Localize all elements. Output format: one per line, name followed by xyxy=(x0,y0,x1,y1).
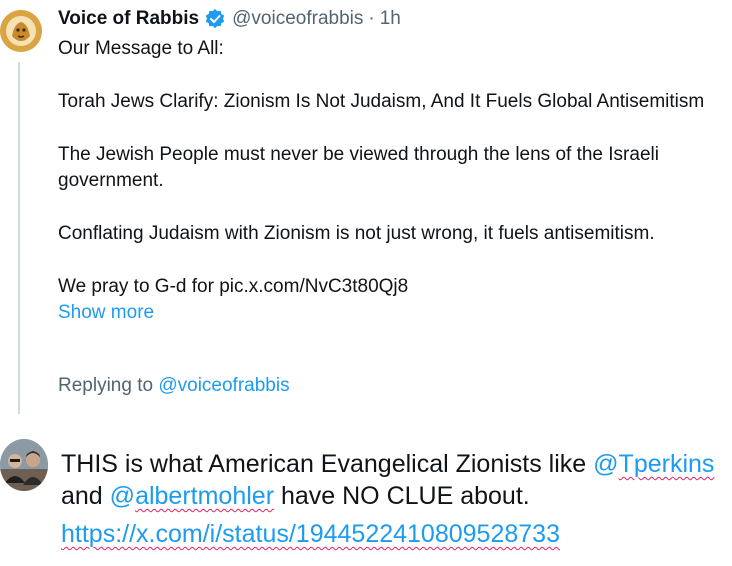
post-timestamp[interactable]: 1h xyxy=(380,8,401,30)
mention-at: @ xyxy=(593,450,619,478)
mention-albertmohler-link[interactable]: @albertmohler xyxy=(110,482,274,510)
lion-logo-icon xyxy=(0,10,42,52)
tweet-line: We pray to G-d for pic.x.com/NvC3t80Qj8 xyxy=(58,276,409,297)
show-more-link[interactable]: Show more xyxy=(58,300,718,326)
user-handle[interactable]: @voiceofrabbis xyxy=(232,8,363,30)
user-photo-icon xyxy=(0,439,48,491)
replying-prefix: Replying to xyxy=(58,375,159,396)
reply-user-avatar[interactable] xyxy=(0,439,48,491)
replying-mention-link[interactable]: @voiceofrabbis xyxy=(158,375,289,396)
thread-connector-line xyxy=(18,62,20,414)
reply-text-segment: have NO CLUE about. xyxy=(274,482,530,510)
tweet-line: The Jewish People must never be viewed t… xyxy=(58,144,659,191)
verified-badge-icon xyxy=(205,9,225,29)
voice-of-rabbis-avatar[interactable] xyxy=(0,10,42,52)
reply-text-segment: and xyxy=(61,482,110,510)
separator-dot: · xyxy=(368,8,375,29)
reply-text-segment: THIS is what American Evangelical Zionis… xyxy=(61,450,594,478)
mention-name: Tperkins xyxy=(618,450,715,478)
reply-text: THIS is what American Evangelical Zionis… xyxy=(61,448,726,550)
mention-at: @ xyxy=(109,482,136,510)
tweet-header: Voice of Rabbis @voiceofrabbis · 1h xyxy=(58,6,401,32)
replying-to: Replying to @voiceofrabbis xyxy=(58,375,290,397)
tweet-line: Torah Jews Clarify: Zionism Is Not Judai… xyxy=(58,91,705,112)
tweet-line: Our Message to All: xyxy=(58,38,224,59)
tweet-text: Our Message to All: Torah Jews Clarify: … xyxy=(58,36,718,326)
tweet-line: Conflating Judaism with Zionism is not j… xyxy=(58,223,655,244)
mention-name: albertmohler xyxy=(135,482,275,510)
display-name[interactable]: Voice of Rabbis xyxy=(58,8,199,30)
status-url-link[interactable]: https://x.com/i/status/19445224108095287… xyxy=(61,518,726,550)
mention-tperkins-link[interactable]: @Tperkins xyxy=(593,450,714,478)
